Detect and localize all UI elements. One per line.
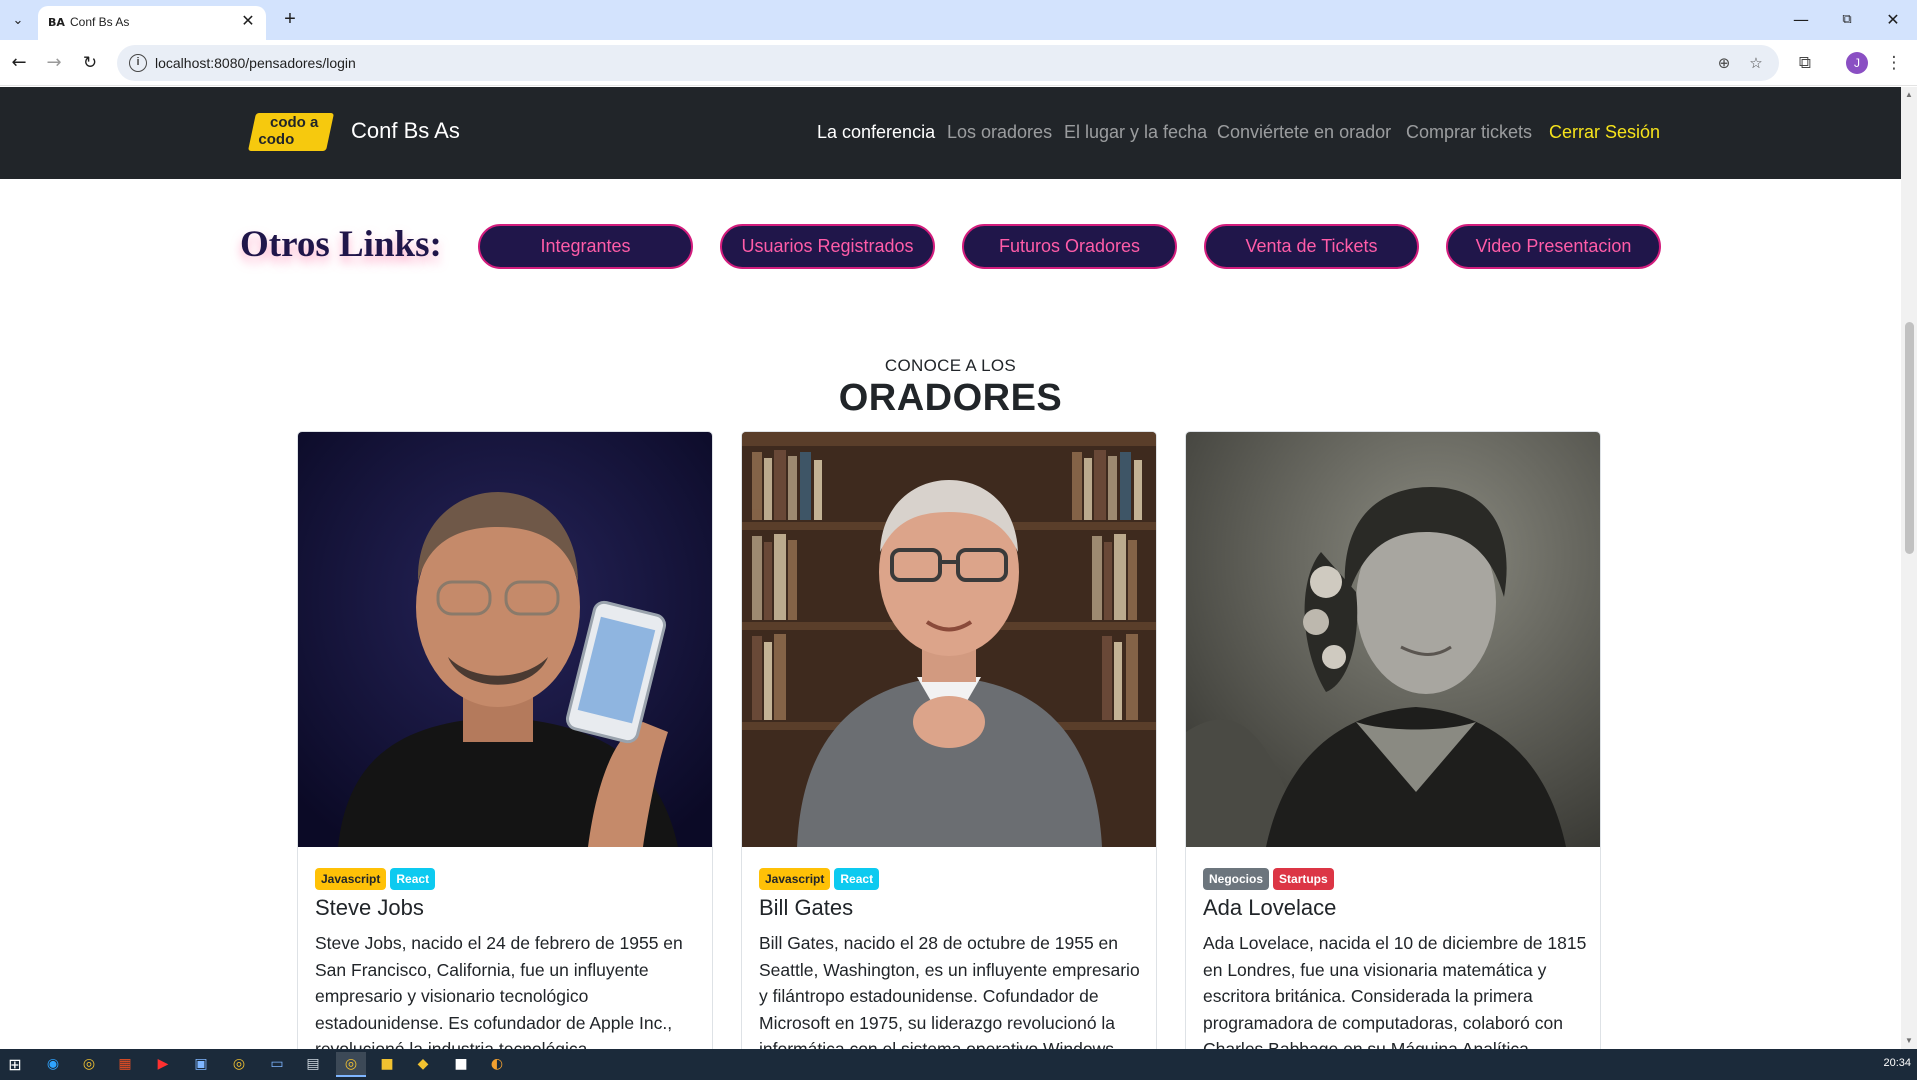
nav-cerrar-sesion[interactable]: Cerrar Sesión	[1549, 122, 1660, 143]
otros-links-title: Otros Links:	[240, 224, 442, 265]
tab-favicon: BA	[48, 16, 65, 29]
browser-toolbar: ← → ↻ i localhost:8080/pensadores/login …	[0, 40, 1917, 86]
os-taskbar: ⊞ ◉ ◎ ▦ ▶ ▣ ◎ ▭ ▤ ◎ ■ ◆ ■ ◐ 20:34	[0, 1049, 1917, 1080]
brand-name[interactable]: Conf Bs As	[351, 118, 460, 144]
tag-badge: Javascript	[759, 868, 831, 890]
speaker-photo-ada-lovelace	[1186, 432, 1600, 847]
speaker-photo-bill-gates	[742, 432, 1156, 847]
sourcetree-icon[interactable]: ◆	[408, 1052, 438, 1077]
browser-menu-icon[interactable]: ⋮	[1880, 49, 1908, 77]
speaker-bio: Bill Gates, nacido el 28 de octubre de 1…	[759, 933, 1140, 1049]
app-icon[interactable]: ▣	[186, 1052, 216, 1077]
tag-badge: Startups	[1273, 868, 1334, 890]
store-icon[interactable]: ▦	[110, 1052, 140, 1077]
badge-group: Javascript React	[315, 868, 439, 890]
back-icon[interactable]: ←	[5, 49, 33, 77]
windows-start-icon[interactable]: ⊞	[0, 1052, 30, 1077]
link-integrantes[interactable]: Integrantes	[478, 224, 693, 269]
remote-desktop-icon[interactable]: ▭	[262, 1052, 292, 1077]
forward-icon[interactable]: →	[40, 49, 68, 77]
link-usuarios-registrados[interactable]: Usuarios Registrados	[720, 224, 935, 269]
speaker-card: Javascript React Bill Gates Bill Gates, n…	[741, 431, 1157, 1049]
tag-badge: Javascript	[315, 868, 387, 890]
restore-icon[interactable]: ⧉	[1824, 6, 1870, 34]
speaker-bio: Steve Jobs, nacido el 24 de febrero de 1…	[315, 933, 683, 1049]
page-scrollbar[interactable]: ▲ ▼	[1901, 87, 1917, 1049]
codo-a-codo-logo[interactable]: codo a codo	[247, 113, 335, 151]
tag-badge: React	[390, 868, 436, 890]
speaker-card: Negocios Startups Ada Lovelace Ada Lovela…	[1185, 431, 1601, 1049]
section-kicker: CONOCE A LOS	[884, 356, 1017, 375]
link-venta-de-tickets[interactable]: Venta de Tickets	[1204, 224, 1419, 269]
site-navbar: codo a codo Conf Bs As La conferencia Lo…	[0, 87, 1901, 179]
chrome-icon[interactable]: ◎	[74, 1052, 104, 1077]
url-text[interactable]: localhost:8080/pensadores/login	[155, 55, 356, 71]
tab-title: Conf Bs As	[70, 15, 130, 29]
scroll-down-icon[interactable]: ▼	[1901, 1033, 1917, 1049]
extensions-icon[interactable]: ⧉	[1791, 49, 1819, 77]
edge-icon[interactable]: ◉	[38, 1052, 68, 1077]
window-close-icon[interactable]: ✕	[1870, 6, 1916, 34]
speaker-photo-steve-jobs	[298, 432, 712, 847]
speaker-name: Steve Jobs	[315, 895, 424, 920]
zoom-icon[interactable]: ⊕	[1713, 52, 1735, 74]
speaker-name: Ada Lovelace	[1203, 895, 1337, 920]
tag-badge: Negocios	[1203, 868, 1270, 890]
nav-conviertete-en-orador[interactable]: Conviértete en orador	[1217, 122, 1391, 143]
browser-tabstrip: ⌄ BA Conf Bs As ✕ + — ⧉ ✕	[0, 0, 1917, 40]
new-tab-icon[interactable]: +	[278, 8, 302, 32]
tag-badge: React	[834, 868, 880, 890]
address-bar[interactable]: i localhost:8080/pensadores/login ⊕ ☆	[117, 45, 1779, 81]
scroll-up-icon[interactable]: ▲	[1901, 87, 1917, 103]
speaker-card: Javascript React Steve Jobs Steve Jobs, n…	[297, 431, 713, 1049]
browser-tab[interactable]: BA Conf Bs As ✕	[38, 6, 266, 40]
intellij-icon[interactable]: ■	[446, 1052, 476, 1077]
speaker-bio: Ada Lovelace, nacida el 10 de diciembre …	[1203, 933, 1587, 1049]
nav-el-lugar-y-la-fecha[interactable]: El lugar y la fecha	[1064, 122, 1207, 143]
nav-comprar-tickets[interactable]: Comprar tickets	[1406, 122, 1532, 143]
youtube-icon[interactable]: ▶	[148, 1052, 178, 1077]
clock[interactable]: 20:34	[1883, 1057, 1911, 1069]
chrome-active-icon[interactable]: ◎	[336, 1052, 366, 1077]
nav-los-oradores[interactable]: Los oradores	[947, 122, 1052, 143]
site-info-icon[interactable]: i	[129, 54, 147, 72]
tab-search-chevron-icon[interactable]: ⌄	[6, 8, 30, 32]
file-explorer-icon[interactable]: ■	[372, 1052, 402, 1077]
speaker-name: Bill Gates	[759, 895, 854, 920]
link-futuros-oradores[interactable]: Futuros Oradores	[962, 224, 1177, 269]
nav-la-conferencia[interactable]: La conferencia	[817, 122, 935, 143]
link-video-presentacion[interactable]: Video Presentacion	[1446, 224, 1661, 269]
bookmark-star-icon[interactable]: ☆	[1745, 52, 1767, 74]
calculator-icon[interactable]: ▤	[298, 1052, 328, 1077]
badge-group: Javascript React	[759, 868, 883, 890]
profile-avatar[interactable]: J	[1846, 52, 1868, 74]
badge-group: Negocios Startups	[1203, 868, 1338, 890]
minimize-icon[interactable]: —	[1778, 6, 1824, 34]
section-title: ORADORES	[838, 377, 1063, 419]
scroll-thumb[interactable]	[1905, 322, 1914, 554]
reload-icon[interactable]: ↻	[76, 49, 104, 77]
tab-close-icon[interactable]: ✕	[238, 12, 258, 32]
app-icon[interactable]: ◐	[482, 1052, 512, 1077]
chrome-icon[interactable]: ◎	[224, 1052, 254, 1077]
page-viewport: codo a codo Conf Bs As La conferencia Lo…	[0, 87, 1917, 1049]
